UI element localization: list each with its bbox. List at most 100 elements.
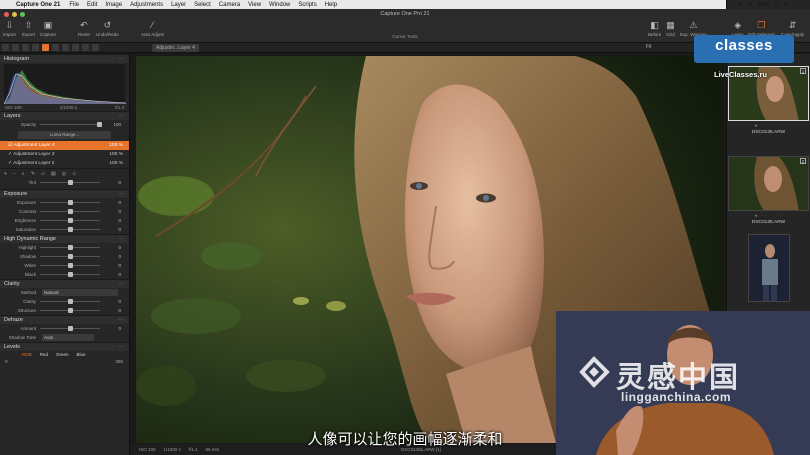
levels-tab-rgb[interactable]: RGB xyxy=(22,351,32,359)
slider-value: 0 xyxy=(118,299,121,304)
mask-icon[interactable]: ◐ xyxy=(22,171,25,177)
shadow-slider[interactable]: Shadow 0 xyxy=(0,252,129,261)
layer-item[interactable]: ✓ Adjustment Layer 3 100 % xyxy=(0,150,129,159)
tab-metadata-icon[interactable] xyxy=(72,44,79,51)
dehaze-amount-slider[interactable]: Amount 0 xyxy=(0,324,129,333)
slider-knob[interactable] xyxy=(67,209,73,214)
menu-app-name[interactable]: Capture One 21 xyxy=(16,2,60,8)
wifi-icon[interactable]: ◠ xyxy=(727,2,732,8)
control-center-icon[interactable]: ≡ xyxy=(784,2,787,8)
clarity-header[interactable]: Clarity ··· xyxy=(0,279,129,288)
menu-camera[interactable]: Camera xyxy=(219,2,240,8)
tool-tabs xyxy=(2,44,99,51)
levels-tab-blue[interactable]: Blue xyxy=(77,351,86,359)
menu-image[interactable]: Image xyxy=(105,2,122,8)
levels-low[interactable]: 0 xyxy=(5,359,8,364)
brightness-slider[interactable]: Brightness 0 xyxy=(0,216,129,225)
menu-scripts[interactable]: Scripts xyxy=(298,2,316,8)
hdr-header[interactable]: High Dynamic Range ··· xyxy=(0,234,129,243)
menu-layer[interactable]: Layer xyxy=(171,2,186,8)
levels-tab-green[interactable]: Green xyxy=(56,351,69,359)
amount-knob[interactable] xyxy=(67,326,73,331)
tab-details-icon[interactable] xyxy=(52,44,59,51)
slider-knob[interactable] xyxy=(67,308,73,313)
tint-value: 0 xyxy=(118,180,121,185)
layer-item[interactable]: ✓ Adjustment Layer 2 100 % xyxy=(0,159,129,168)
menu-file[interactable]: File xyxy=(69,2,79,8)
menu-adjustments[interactable]: Adjustments xyxy=(130,2,163,8)
gradient-icon[interactable]: ▤ xyxy=(51,171,56,177)
slider-knob[interactable] xyxy=(67,272,73,277)
more-icon[interactable]: ··· xyxy=(119,55,125,64)
slider-knob[interactable] xyxy=(67,299,73,304)
method-select[interactable]: Natural xyxy=(42,289,118,296)
menu-clock[interactable]: 0:25 xyxy=(758,2,769,8)
slider-knob[interactable] xyxy=(67,218,73,223)
opacity-slider[interactable]: Opacity 100 xyxy=(0,120,129,129)
thumb-rating[interactable]: ★ · · · · · xyxy=(728,123,809,129)
layer-selector[interactable]: Adjustm...Layer 4 xyxy=(152,44,199,52)
luma-range-button[interactable]: Luma Range... xyxy=(18,131,111,139)
exposure-slider[interactable]: Exposure 0 xyxy=(0,198,129,207)
radial-icon[interactable]: ◎ xyxy=(62,171,66,177)
menu-window[interactable]: Window xyxy=(269,2,290,8)
levels-high[interactable]: 255 xyxy=(115,359,123,364)
slider-knob[interactable] xyxy=(67,227,73,232)
shadow-tone-row: Shadow Tone Auto xyxy=(0,333,129,342)
slider-knob[interactable] xyxy=(67,254,73,259)
reset-icon: ↶ xyxy=(80,20,88,30)
tint-slider[interactable]: Tint 0 xyxy=(0,178,129,187)
picker-icon[interactable]: ⊹ xyxy=(72,171,76,177)
more-icon[interactable]: ··· xyxy=(119,343,125,352)
tab-lens-icon[interactable] xyxy=(22,44,29,51)
watermark-logo-icon xyxy=(579,356,610,388)
slider-knob[interactable] xyxy=(67,263,73,268)
slider-value: 0 xyxy=(118,263,121,268)
tab-local-icon[interactable] xyxy=(62,44,69,51)
menu-view[interactable]: View xyxy=(248,2,261,8)
slider-value: 0 xyxy=(118,200,121,205)
highlight-slider[interactable]: Highlight 0 xyxy=(0,243,129,252)
layers-header[interactable]: Layers ··· xyxy=(0,111,129,120)
histogram-graph xyxy=(3,64,127,105)
contrast-slider[interactable]: Contrast 0 xyxy=(0,207,129,216)
layer-opacity: 100 % xyxy=(109,143,123,148)
eraser-icon[interactable]: ▱ xyxy=(41,171,45,177)
slider-knob[interactable] xyxy=(67,245,73,250)
saturation-slider[interactable]: Saturation 0 xyxy=(0,225,129,234)
dehaze-header[interactable]: Dehaze ··· xyxy=(0,315,129,324)
add-layer-icon[interactable]: + xyxy=(4,171,7,177)
remove-layer-icon[interactable]: − xyxy=(13,171,16,177)
tab-capture-icon[interactable] xyxy=(12,44,19,51)
levels-header[interactable]: Levels ··· xyxy=(0,342,129,351)
clarity-slider[interactable]: Clarity 0 xyxy=(0,297,129,306)
shadow-tone-select[interactable]: Auto xyxy=(42,334,94,341)
exposure-rows: Exposure 0 Contrast 0 Brightness 0 Saturation 0 xyxy=(0,198,129,234)
menu-help[interactable]: Help xyxy=(325,2,337,8)
search-icon[interactable]: ⌕ xyxy=(775,1,778,8)
menu-select[interactable]: Select xyxy=(194,2,211,8)
zoom-fit-dropdown[interactable]: Fit xyxy=(646,44,652,50)
opacity-knob[interactable] xyxy=(97,122,102,127)
volume-icon[interactable]: ◖ xyxy=(738,2,741,8)
black-slider[interactable]: Black 0 xyxy=(0,270,129,279)
menu-edit[interactable]: Edit xyxy=(87,2,97,8)
tab-batch-icon[interactable] xyxy=(92,44,99,51)
tint-knob[interactable] xyxy=(67,180,73,185)
thumb-rating[interactable]: ★ · · · · · xyxy=(728,213,809,219)
levels-tab-red[interactable]: Red xyxy=(40,351,48,359)
white-slider[interactable]: White 0 xyxy=(0,261,129,270)
tab-exposure-icon[interactable] xyxy=(42,44,49,51)
layer-item[interactable]: ☑ Adjustment Layer 4 100 % xyxy=(0,141,129,150)
brush-icon[interactable]: ✎ xyxy=(31,171,35,177)
tab-library-icon[interactable] xyxy=(2,44,9,51)
slider-value: 0 xyxy=(118,218,121,223)
slider-knob[interactable] xyxy=(67,200,73,205)
opacity-track[interactable] xyxy=(40,124,100,125)
tab-output-icon[interactable] xyxy=(82,44,89,51)
battery-icon[interactable]: ▭ xyxy=(747,2,752,8)
histogram-header[interactable]: Histogram ··· xyxy=(0,54,129,63)
tab-color-icon[interactable] xyxy=(32,44,39,51)
structure-slider[interactable]: Structure 0 xyxy=(0,306,129,315)
exposure-header[interactable]: Exposure ··· xyxy=(0,189,129,198)
